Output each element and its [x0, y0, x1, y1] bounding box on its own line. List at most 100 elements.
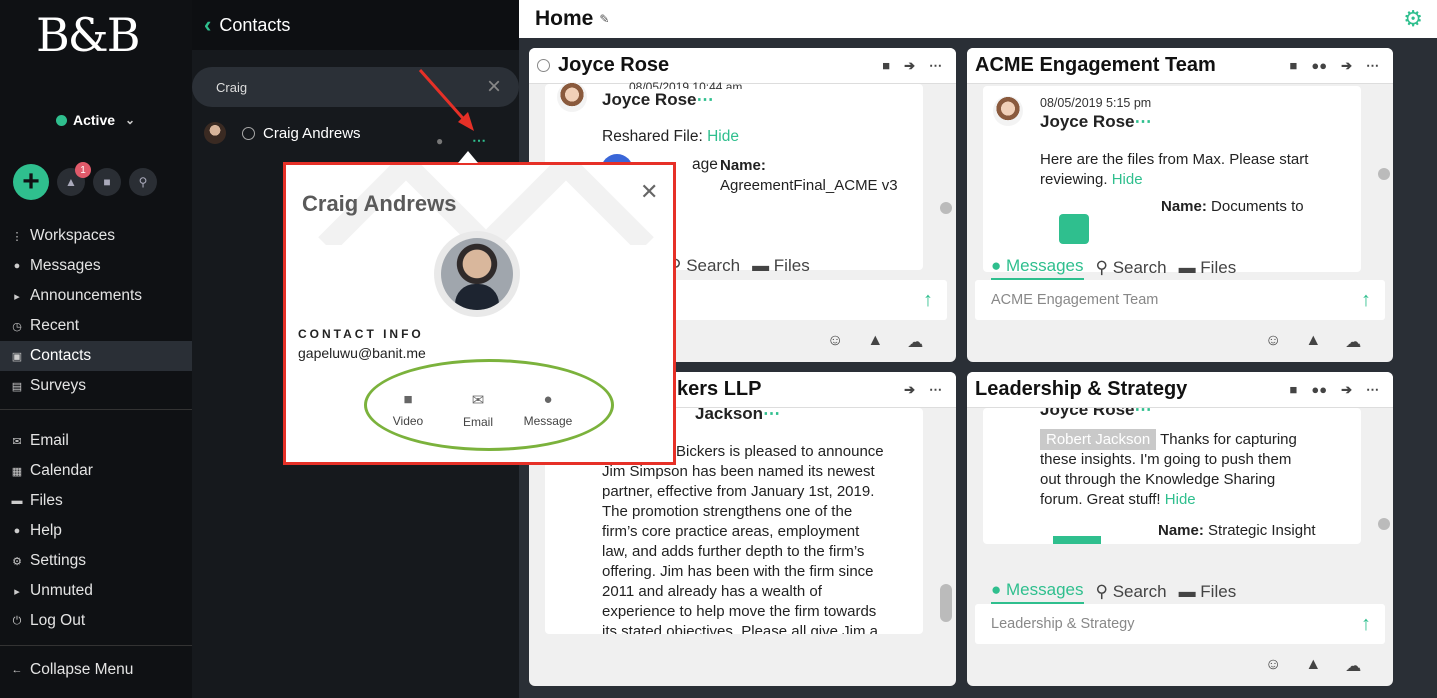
contact-email[interactable]: gapeluwu@banit.me — [298, 345, 426, 361]
more-options-icon[interactable]: ⋯ — [929, 382, 942, 398]
video-icon[interactable]: ■ — [1290, 382, 1298, 398]
arrow-right-icon[interactable]: ➔ — [1341, 58, 1352, 74]
cloud-upload-icon[interactable]: ☁ — [1345, 656, 1361, 676]
video-icon[interactable]: ■ — [1290, 58, 1298, 74]
nav-item-calendar[interactable]: ▦ Calendar — [0, 456, 192, 486]
tab-search[interactable]: ⚲ Search — [1096, 582, 1167, 602]
nav-item-help[interactable]: ● Help — [0, 516, 192, 546]
tab-files[interactable]: ▬ Files — [752, 256, 810, 276]
folder-icon: ▬ — [752, 256, 770, 275]
emoji-icon[interactable]: ☺ — [1265, 656, 1281, 676]
contact-popup: Craig Andrews ✕ CONTACT INFO gapeluwu@ba… — [283, 151, 676, 465]
presence-indicator — [537, 59, 550, 72]
annotation-arrow — [418, 69, 474, 131]
sender-name: Joyce Rose⋯ — [602, 90, 714, 109]
gear-icon[interactable]: ⚙ — [1403, 6, 1423, 32]
search-button[interactable]: ⚲ — [129, 168, 157, 196]
email-button[interactable]: ✉ Email — [443, 391, 513, 429]
grid-icon: ⋮ — [11, 230, 23, 243]
arrow-right-icon[interactable]: ➔ — [904, 58, 915, 74]
tab-files[interactable]: ▬ Files — [1179, 258, 1237, 278]
nav-item-messages[interactable]: ● Messages — [0, 251, 192, 281]
chat-icon: ● — [543, 391, 553, 408]
sender-name: Joyce Rose⋯ — [1040, 112, 1152, 131]
more-options-icon[interactable]: ⋯ — [1366, 382, 1379, 398]
tab-files[interactable]: ▬ Files — [1179, 582, 1237, 602]
nav-item-files[interactable]: ▬ Files — [0, 486, 192, 516]
group-icon[interactable]: ●● — [1311, 58, 1327, 74]
tab-search[interactable]: ⚲ Search — [669, 256, 740, 276]
nav-item-contacts[interactable]: ▣ Contacts — [0, 341, 192, 371]
group-icon[interactable]: ●● — [1311, 382, 1327, 398]
workspace-card: ACME Engagement Team ■ ●● ➔ ⋯ 08/05/2019… — [967, 48, 1393, 362]
mention-tag[interactable]: Robert Jackson — [1040, 429, 1157, 450]
back-chevron-icon[interactable]: ‹ — [204, 12, 211, 38]
message-input[interactable]: ACME Engagement Team ↑ — [975, 280, 1385, 320]
card-header: ACME Engagement Team ■ ●● ➔ ⋯ — [967, 48, 1393, 84]
search-icon: ⚲ — [1095, 582, 1108, 601]
card-header: Leadership & Strategy ■ ●● ➔ ⋯ — [967, 372, 1393, 408]
cloud-upload-icon[interactable]: ☁ — [907, 332, 923, 352]
hide-link[interactable]: Hide — [1112, 171, 1143, 188]
arrow-left-icon: ← — [11, 664, 23, 676]
nav-item-surveys[interactable]: ▤ Surveys — [0, 371, 192, 401]
add-button[interactable]: + — [13, 164, 49, 200]
card-tabs: ⚲ Search ▬ Files — [669, 256, 810, 276]
nav-item-announcements[interactable]: ▸ Announcements — [0, 281, 192, 311]
message-button[interactable]: ● Message — [513, 391, 583, 428]
emoji-icon[interactable]: ☺ — [827, 332, 843, 352]
nav-item-unmuted[interactable]: ▸ Unmuted — [0, 576, 192, 606]
tab-search[interactable]: ⚲ Search — [1096, 258, 1167, 278]
video-button[interactable]: ■ — [93, 168, 121, 196]
message-area: 08/05/2019 5:15 pm Joyce Rose⋯ Here are … — [983, 86, 1361, 272]
status-selector[interactable]: Active ⌄ — [56, 112, 135, 128]
folder-icon: ▬ — [11, 495, 23, 507]
scrollbar-thumb[interactable] — [940, 584, 952, 622]
alert-icon[interactable]: ▲ — [1305, 332, 1321, 352]
card-title: ACME Engagement Team — [975, 54, 1216, 76]
tab-messages[interactable]: ● Messages — [991, 580, 1084, 604]
send-arrow-icon[interactable]: ↑ — [923, 289, 933, 312]
close-icon[interactable]: × — [487, 73, 501, 101]
hide-link[interactable]: Hide — [1165, 491, 1196, 508]
alert-count-badge: 1 — [75, 162, 91, 178]
video-call-button[interactable]: ■ Video — [373, 391, 443, 428]
alerts-button[interactable]: ▲ 1 — [57, 162, 91, 196]
scroll-indicator[interactable] — [1378, 168, 1390, 180]
nav-item-recent[interactable]: ◷ Recent — [0, 311, 192, 341]
nav-item-workspaces[interactable]: ⋮ Workspaces — [0, 221, 192, 251]
avatar — [993, 96, 1023, 126]
alert-icon[interactable]: ▲ — [1305, 656, 1321, 676]
alert-icon[interactable]: ▲ — [867, 332, 883, 352]
message-input[interactable]: Leadership & Strategy ↑ — [975, 604, 1385, 644]
scroll-indicator[interactable] — [940, 202, 952, 214]
video-icon[interactable]: ■ — [882, 58, 890, 74]
card-header: Joyce Rose ■ ➔ ⋯ — [529, 48, 956, 84]
sender-name: Joyce Rose⋯ — [1040, 408, 1152, 419]
edit-pencil-icon[interactable]: ✎ — [599, 12, 609, 26]
card-title: Joyce Rose — [558, 54, 670, 76]
file-info: Name: Strategic Insight — [1158, 522, 1316, 539]
close-icon[interactable]: ✕ — [640, 179, 658, 205]
nav-item-email[interactable]: ✉ Email — [0, 426, 192, 456]
more-options-icon[interactable]: ⋯ — [1366, 58, 1379, 74]
status-label: Active — [73, 112, 116, 128]
arrow-right-icon[interactable]: ➔ — [904, 382, 915, 398]
emoji-icon[interactable]: ☺ — [1265, 332, 1281, 352]
collapse-menu-button[interactable]: ← Collapse Menu — [0, 655, 192, 685]
nav-list-top: ⋮ Workspaces ● Messages ▸ Announcements ◷ Re… — [0, 221, 192, 401]
send-arrow-icon[interactable]: ↑ — [1361, 613, 1371, 636]
contacts-header: ‹ Contacts — [192, 0, 519, 50]
nav-item-logout[interactable]: ⏻ Log Out — [0, 606, 192, 636]
tab-messages[interactable]: ● Messages — [991, 256, 1084, 280]
scroll-indicator[interactable] — [1378, 518, 1390, 530]
nav-item-settings[interactable]: ⚙ Settings — [0, 546, 192, 576]
more-options-icon[interactable]: ⋯ — [929, 58, 942, 74]
hide-link[interactable]: Hide — [707, 128, 739, 145]
cloud-upload-icon[interactable]: ☁ — [1345, 332, 1361, 352]
message-text: Bickers is pleased to announce Jim Simps… — [602, 443, 884, 634]
clipboard-icon: ▤ — [11, 380, 23, 393]
arrow-right-icon[interactable]: ➔ — [1341, 382, 1352, 398]
send-arrow-icon[interactable]: ↑ — [1361, 289, 1371, 312]
card-tabs: ● Messages ⚲ Search ▬ Files — [991, 580, 1236, 604]
